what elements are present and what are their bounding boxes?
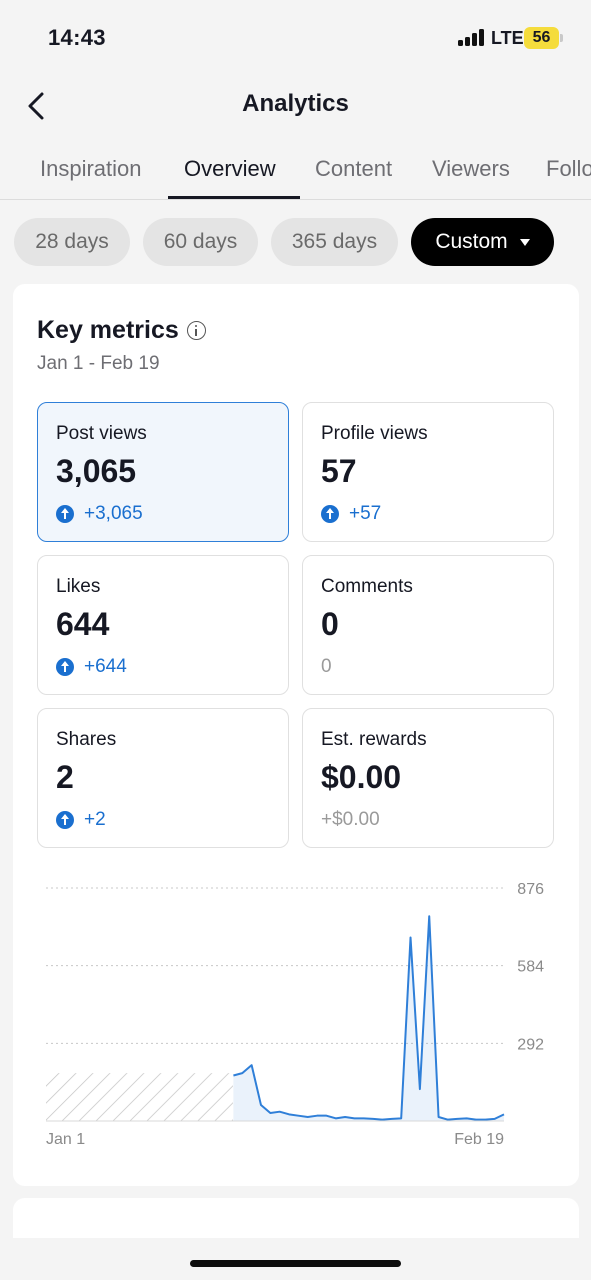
metric-delta: +644 bbox=[56, 656, 127, 678]
arrow-up-icon bbox=[56, 658, 74, 676]
date-range-label: Jan 1 - Feb 19 bbox=[37, 353, 160, 374]
range-365-days-chip[interactable]: 365 days bbox=[271, 218, 398, 266]
post-views-chart[interactable]: 292 584 876 Jan 1 Feb 19 bbox=[13, 864, 579, 1154]
tab-overview[interactable]: Overview bbox=[184, 156, 276, 199]
x-end-label: Feb 19 bbox=[454, 1131, 504, 1148]
tab-active-indicator bbox=[168, 196, 300, 199]
range-custom-chip[interactable]: Custom bbox=[411, 218, 554, 266]
page-title: Analytics bbox=[242, 90, 349, 117]
metric-value: 644 bbox=[56, 606, 110, 642]
metric-delta: +57 bbox=[321, 503, 381, 525]
metric-label: Est. rewards bbox=[321, 729, 427, 750]
y-tick-label: 876 bbox=[517, 881, 544, 898]
tab-content[interactable]: Content bbox=[315, 156, 392, 199]
range-60-days-chip[interactable]: 60 days bbox=[143, 218, 258, 266]
no-data-region bbox=[46, 1073, 233, 1121]
metric-label: Post views bbox=[56, 423, 147, 444]
series-area bbox=[233, 916, 504, 1121]
range-custom-label: Custom bbox=[435, 230, 508, 253]
tab-bar: Inspiration Overview Content Viewers Fol… bbox=[0, 140, 591, 200]
header: Analytics bbox=[0, 78, 591, 134]
metric-delta: +3,065 bbox=[56, 503, 143, 525]
arrow-up-icon bbox=[56, 505, 74, 523]
x-start-label: Jan 1 bbox=[46, 1131, 85, 1148]
metric-delta: +2 bbox=[56, 809, 106, 831]
key-metrics-heading: Key metrics bbox=[37, 316, 206, 345]
next-section-card bbox=[13, 1198, 579, 1238]
home-indicator[interactable] bbox=[190, 1260, 401, 1267]
caret-down-icon bbox=[519, 238, 530, 246]
metric-delta-text: +644 bbox=[84, 656, 127, 677]
y-tick-label: 584 bbox=[517, 959, 544, 976]
metric-shares[interactable]: Shares 2 +2 bbox=[37, 708, 289, 848]
battery-icon: 56 bbox=[524, 27, 559, 49]
status-bar: 14:43 LTE 56 bbox=[0, 0, 591, 78]
tab-inspiration[interactable]: Inspiration bbox=[40, 156, 142, 199]
metric-value: 3,065 bbox=[56, 453, 137, 489]
metric-label: Profile views bbox=[321, 423, 428, 444]
metric-likes[interactable]: Likes 644 +644 bbox=[37, 555, 289, 695]
metric-value: 0 bbox=[321, 606, 339, 642]
metric-delta-text: +$0.00 bbox=[321, 809, 380, 830]
range-28-days-chip[interactable]: 28 days bbox=[14, 218, 130, 266]
metric-value: $0.00 bbox=[321, 759, 402, 795]
key-metrics-title: Key metrics bbox=[37, 316, 179, 344]
metric-profile-views[interactable]: Profile views 57 +57 bbox=[302, 402, 554, 542]
tab-followers[interactable]: Followers bbox=[546, 156, 591, 199]
signal-icon bbox=[458, 29, 488, 46]
y-tick-label: 292 bbox=[517, 1036, 544, 1053]
series-line bbox=[233, 915, 505, 1121]
status-time: 14:43 bbox=[48, 25, 106, 50]
arrow-up-icon bbox=[56, 811, 74, 829]
chart-svg: 292 584 876 Jan 1 Feb 19 bbox=[46, 881, 544, 1148]
network-label: LTE bbox=[491, 28, 524, 48]
arrow-up-icon bbox=[321, 505, 339, 523]
metric-delta: +$0.00 bbox=[321, 809, 380, 831]
tab-viewers[interactable]: Viewers bbox=[432, 156, 510, 199]
metric-delta-text: +3,065 bbox=[84, 503, 143, 524]
metric-label: Likes bbox=[56, 576, 101, 597]
metric-post-views[interactable]: Post views 3,065 +3,065 bbox=[37, 402, 289, 542]
metric-est-rewards[interactable]: Est. rewards $0.00 +$0.00 bbox=[302, 708, 554, 848]
metric-value: 57 bbox=[321, 453, 357, 489]
metric-comments[interactable]: Comments 0 0 bbox=[302, 555, 554, 695]
battery-tip bbox=[560, 34, 563, 42]
metric-label: Comments bbox=[321, 576, 413, 597]
metric-delta: 0 bbox=[321, 656, 332, 678]
metric-label: Shares bbox=[56, 729, 117, 750]
metric-value: 2 bbox=[56, 759, 74, 795]
metric-delta-text: +57 bbox=[349, 503, 382, 524]
info-icon[interactable] bbox=[186, 321, 206, 340]
metric-delta-text: +2 bbox=[84, 809, 106, 830]
key-metrics-card: Key metrics Jan 1 - Feb 19 Post views 3,… bbox=[13, 284, 579, 1186]
metric-delta-text: 0 bbox=[321, 656, 332, 677]
